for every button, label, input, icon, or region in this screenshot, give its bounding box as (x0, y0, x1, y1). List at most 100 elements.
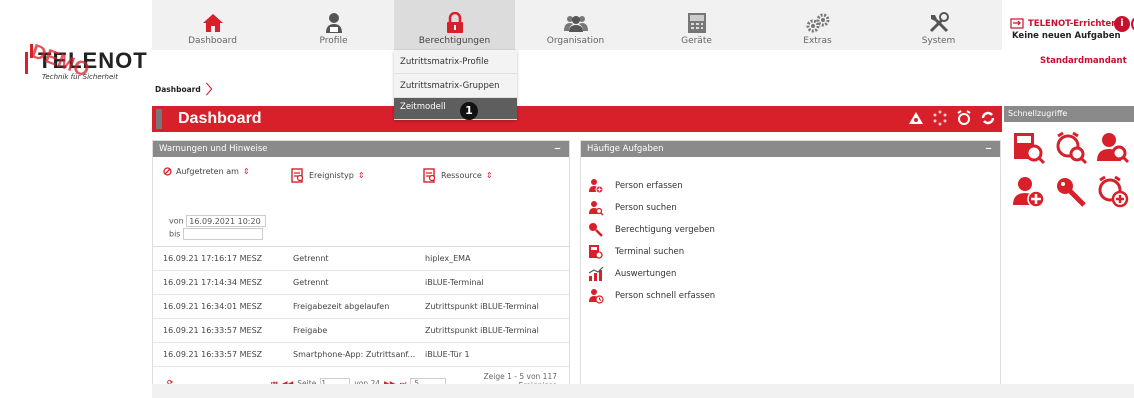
user-name: TELENOT-Errichter (1028, 18, 1116, 29)
task-person-suchen[interactable]: Person suchen (587, 197, 1000, 219)
sort-icon[interactable]: ⇕ (486, 171, 493, 180)
clear-filter-icon[interactable] (163, 167, 172, 176)
menu-item-zutrittsmatrix-gruppen[interactable]: Zutrittsmatrix-Gruppen (394, 74, 517, 98)
task-person-erfassen[interactable]: Person erfassen (587, 175, 1000, 197)
task-label: Person schnell erfassen (615, 291, 716, 301)
tasks-status[interactable]: Keine neuen Aufgaben (1012, 31, 1121, 41)
filter-list-icon[interactable] (291, 167, 305, 183)
cell-type: Freigabezeit abgelaufen (293, 302, 390, 311)
task-label: Berechtigung vergeben (615, 225, 715, 235)
person-search-icon (587, 199, 605, 217)
task-terminal-suchen[interactable]: Terminal suchen (587, 241, 1000, 263)
menu-item-zeitmodell-label: Zeitmodell (400, 102, 446, 112)
nav-profile[interactable]: Profile (273, 0, 394, 50)
mandant-name[interactable]: Standardmandant (1040, 56, 1127, 66)
collapse-button[interactable]: − (554, 141, 561, 157)
nav-geraete-label: Geräte (681, 36, 712, 46)
cell-resource: Zutrittspunkt iBLUE-Terminal (425, 326, 539, 335)
pager-summary-line1: Zeige 1 - 5 von 117 (483, 372, 557, 381)
column-resource-label: Ressource (441, 170, 482, 180)
cell-resource: Zutrittspunkt iBLUE-Terminal (425, 302, 539, 311)
nav-organisation-label: Organisation (546, 36, 605, 46)
nav-berechtigungen-label: Berechtigungen (418, 36, 491, 46)
menu-item-zutrittsmatrix-profile[interactable]: Zutrittsmatrix-Profile (394, 50, 517, 74)
task-list: Person erfassen Person suchen Berechtigu… (581, 157, 1000, 307)
warnings-filters: Aufgetreten am ⇕ Ereignistyp ⇕ Ressource… (153, 157, 569, 247)
nav-geraete[interactable]: Geräte (636, 0, 757, 50)
tasks-panel: Häufige Aufgaben − Person erfassen Perso… (580, 140, 1001, 396)
cell-type: Getrennt (293, 254, 329, 263)
tasks-title: Häufige Aufgaben (587, 144, 664, 154)
task-auswertungen[interactable]: Auswertungen (587, 263, 1000, 285)
table-row[interactable]: 16.09.21 17:16:17 MESZ Getrennt hiplex_E… (153, 247, 569, 271)
chevron-right-icon (205, 82, 213, 96)
table-row[interactable]: 16.09.21 17:14:34 MESZ Getrennt iBLUE-Te… (153, 271, 569, 295)
task-label: Auswertungen (615, 269, 677, 279)
berechtigungen-dropdown: Zutrittsmatrix-Profile Zutrittsmatrix-Gr… (394, 50, 517, 120)
lock-icon (446, 12, 464, 34)
column-header-resource[interactable]: Ressource ⇕ (423, 167, 493, 183)
logo-area: TELENOT Technik für Sicherheit DEMO (0, 0, 152, 398)
menu-item-zeitmodell[interactable]: Zeitmodell 1 (394, 98, 517, 120)
key-search-icon[interactable] (1052, 174, 1090, 210)
user-menu[interactable]: TELENOT-Errichter (1010, 18, 1115, 29)
nav-organisation[interactable]: Organisation (515, 0, 636, 50)
tools-icon (928, 12, 950, 34)
table-row[interactable]: 16.09.21 16:33:57 MESZ Freigabe Zutritts… (153, 319, 569, 343)
alarm-clock-search-icon[interactable] (1052, 130, 1090, 166)
nav-dashboard[interactable]: Dashboard (152, 0, 273, 50)
terminal-search-icon[interactable] (1010, 130, 1048, 166)
date-to-input[interactable] (183, 227, 264, 240)
task-berechtigung-vergeben[interactable]: Berechtigung vergeben (587, 219, 1000, 241)
chart-icon (587, 265, 605, 283)
alarm-clock-add-icon[interactable] (1094, 174, 1132, 210)
table-row[interactable]: 16.09.21 16:33:57 MESZ Smartphone-App: Z… (153, 343, 569, 367)
warnings-panel: Warnungen und Hinweise − Aufgetreten am … (152, 140, 570, 396)
task-label: Person suchen (615, 203, 677, 213)
sort-icon[interactable]: ⇕ (243, 167, 250, 176)
date-to-label: bis (169, 229, 181, 238)
person-quick-add-icon (587, 287, 605, 305)
task-person-schnell-erfassen[interactable]: Person schnell erfassen (587, 285, 1000, 307)
terminal-icon (687, 12, 707, 34)
refresh-icon[interactable] (980, 110, 996, 126)
group-icon (563, 12, 589, 34)
sort-icon[interactable]: ⇕ (358, 171, 365, 180)
person-search-icon[interactable] (1094, 130, 1132, 166)
date-from-label: von (169, 216, 184, 226)
warning-icon[interactable] (908, 111, 924, 125)
warnings-title: Warnungen und Hinweise (159, 144, 268, 154)
user-switch-icon (1010, 18, 1024, 29)
column-type-label: Ereignistyp (309, 170, 354, 180)
quick-access-panel: Schnellzugriffe (1004, 106, 1134, 218)
gears-icon (805, 12, 831, 34)
top-navigation: Dashboard Profile Berechtigungen Organis… (152, 0, 1002, 50)
info-icon[interactable]: i (1114, 16, 1130, 32)
table-row[interactable]: 16.09.21 16:34:01 MESZ Freigabezeit abge… (153, 295, 569, 319)
nav-extras[interactable]: Extras (757, 0, 878, 50)
person-add-icon[interactable] (1010, 174, 1048, 210)
alarm-clock-icon[interactable] (956, 110, 972, 126)
breadcrumb-dashboard[interactable]: Dashboard (155, 85, 201, 94)
quick-access-title: Schnellzugriffe (1004, 106, 1134, 122)
loading-icon (933, 110, 947, 126)
task-label: Terminal suchen (615, 247, 685, 257)
user-area: TELENOT-Errichter Keine neuen Aufgaben S… (1002, 0, 1134, 70)
column-header-date[interactable]: Aufgetreten am ⇕ (163, 167, 250, 176)
terminal-search-icon (587, 243, 605, 261)
step-badge: 1 (460, 102, 478, 120)
filter-list-icon[interactable] (423, 167, 437, 183)
date-from-input[interactable]: 16.09.2021 10:20 (186, 215, 267, 227)
title-tools (908, 110, 996, 126)
page-title: Dashboard (178, 110, 262, 127)
nav-dashboard-label: Dashboard (188, 36, 237, 46)
task-label: Person erfassen (615, 181, 683, 191)
nav-berechtigungen[interactable]: Berechtigungen (394, 0, 515, 50)
tasks-panel-header: Häufige Aufgaben − (581, 141, 1000, 157)
date-filter: von 16.09.2021 10:20 bis (169, 215, 267, 240)
column-header-type[interactable]: Ereignistyp ⇕ (291, 167, 365, 183)
nav-extras-label: Extras (803, 36, 832, 46)
breadcrumb: Dashboard (155, 82, 213, 96)
nav-system[interactable]: System (878, 0, 999, 50)
collapse-button[interactable]: − (985, 141, 992, 157)
